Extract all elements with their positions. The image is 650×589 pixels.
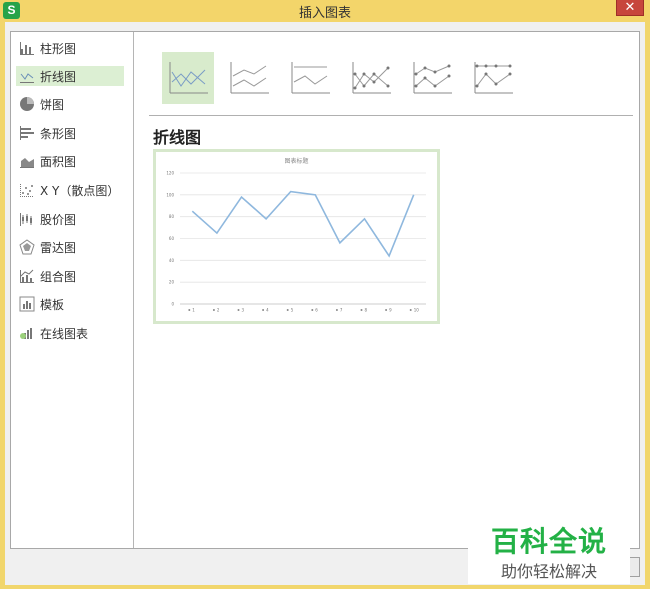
combo-chart-icon xyxy=(19,268,35,284)
sidebar-item-label: 股价图 xyxy=(40,212,77,227)
sidebar-item-label: 组合图 xyxy=(40,269,77,284)
online-chart-icon xyxy=(19,325,35,341)
subtype-percent-stacked-line[interactable] xyxy=(284,52,336,104)
stacked-line-icon xyxy=(230,62,269,94)
x-tick-marker xyxy=(335,309,338,311)
title-bar: S 插入图表 ✕ xyxy=(0,0,650,22)
chart-preview[interactable]: 图表标题 0 20 40 60 80 100 120 1 2 3 4 5 6 7 8 9 10 xyxy=(153,149,440,324)
sidebar-item-radar[interactable]: 雷达图 xyxy=(16,237,124,257)
sidebar-item-label: 条形图 xyxy=(40,126,77,141)
x-tick-marker xyxy=(188,309,191,311)
template-icon xyxy=(19,296,35,312)
area-chart-icon xyxy=(19,153,35,169)
y-tick-label: 20 xyxy=(169,280,175,285)
sidebar-item-label: 面积图 xyxy=(40,154,77,169)
sidebar-item-label: X Y（散点图） xyxy=(40,183,120,198)
sidebar-item-line[interactable]: 折线图 xyxy=(16,66,124,86)
x-tick-label: 8 xyxy=(365,308,368,313)
sidebar-item-bar[interactable]: 条形图 xyxy=(16,123,124,143)
x-tick-marker xyxy=(360,309,363,311)
x-tick-label: 5 xyxy=(291,308,294,313)
watermark-subtitle: 助你轻松解决 xyxy=(500,562,597,581)
y-tick-label: 0 xyxy=(171,302,174,307)
section-divider xyxy=(149,115,633,116)
x-tick-label: 1 xyxy=(192,308,195,313)
chart-category-sidebar: 柱形图 折线图 饼图 条形图 面积图 X Y（散点图） 股价图 雷达图 组合图 … xyxy=(11,32,134,548)
sidebar-item-label: 在线图表 xyxy=(40,326,89,341)
preview-chart-svg: 0 20 40 60 80 100 120 1 2 3 4 5 6 7 8 9 10 xyxy=(166,171,426,313)
x-tick-label: 6 xyxy=(315,308,318,313)
x-tick-marker xyxy=(237,309,240,311)
stacked-line-with-markers-icon xyxy=(413,62,452,94)
watermark-title: 百科全说 xyxy=(490,525,607,558)
y-tick-label: 120 xyxy=(166,171,174,176)
main-panel: 柱形图 折线图 饼图 条形图 面积图 X Y（散点图） 股价图 雷达图 组合图 … xyxy=(10,31,640,549)
x-tick-marker xyxy=(409,309,412,311)
subtype-stacked-line-markers[interactable] xyxy=(406,52,458,104)
pie-chart-icon xyxy=(19,96,35,112)
sidebar-item-label: 饼图 xyxy=(40,97,65,112)
x-tick-label: 4 xyxy=(266,308,269,313)
y-tick-label: 40 xyxy=(169,258,175,263)
percent-stacked-line-icon xyxy=(291,62,330,94)
sidebar-item-area[interactable]: 面积图 xyxy=(16,151,124,171)
sidebar-item-stock[interactable]: 股价图 xyxy=(16,209,124,229)
watermark: 百科全说 助你轻松解决 xyxy=(468,518,630,584)
percent-stacked-line-with-markers-icon xyxy=(474,62,513,94)
y-tick-label: 60 xyxy=(169,236,175,241)
sidebar-item-pie[interactable]: 饼图 xyxy=(16,94,124,114)
y-tick-label: 100 xyxy=(166,192,174,197)
sidebar-item-scatter[interactable]: X Y（散点图） xyxy=(16,180,124,200)
subtype-stacked-line[interactable] xyxy=(223,52,275,104)
x-tick-label: 2 xyxy=(217,308,220,313)
line-icon xyxy=(169,62,208,94)
line-chart-icon xyxy=(19,68,35,84)
series-line xyxy=(191,190,415,258)
x-tick-label: 7 xyxy=(340,308,343,313)
line-with-markers-icon xyxy=(352,62,391,94)
column-chart-icon xyxy=(19,40,35,56)
sidebar-item-combo[interactable]: 组合图 xyxy=(16,266,124,286)
x-tick-marker xyxy=(286,309,289,311)
x-tick-label: 9 xyxy=(389,308,392,313)
subtype-line-markers[interactable] xyxy=(345,52,397,104)
sidebar-item-label: 雷达图 xyxy=(40,240,77,255)
subtype-line[interactable] xyxy=(162,52,214,104)
dialog-body: 柱形图 折线图 饼图 条形图 面积图 X Y（散点图） 股价图 雷达图 组合图 … xyxy=(5,22,645,585)
sidebar-item-label: 柱形图 xyxy=(40,41,77,56)
y-tick-label: 80 xyxy=(169,214,175,219)
subtype-percent-stacked-line-markers[interactable] xyxy=(467,52,519,104)
x-tick-marker xyxy=(385,309,388,311)
scatter-chart-icon xyxy=(19,182,35,198)
x-tick-label: 10 xyxy=(414,308,420,313)
dialog-title: 插入图表 xyxy=(298,6,351,21)
section-title: 折线图 xyxy=(153,128,202,147)
stock-chart-icon xyxy=(19,211,35,227)
x-tick-label: 3 xyxy=(242,308,245,313)
x-tick-marker xyxy=(311,309,314,311)
close-button[interactable]: ✕ xyxy=(616,0,644,16)
bar-chart-icon xyxy=(19,125,35,141)
x-tick-marker xyxy=(262,309,265,311)
sidebar-item-template[interactable]: 模板 xyxy=(16,294,124,314)
sidebar-item-label: 模板 xyxy=(40,297,65,312)
sidebar-item-label: 折线图 xyxy=(40,69,77,84)
sidebar-item-online[interactable]: 在线图表 xyxy=(16,323,124,343)
sidebar-item-column[interactable]: 柱形图 xyxy=(16,38,124,58)
radar-chart-icon xyxy=(19,239,35,255)
x-tick-marker xyxy=(212,309,215,311)
